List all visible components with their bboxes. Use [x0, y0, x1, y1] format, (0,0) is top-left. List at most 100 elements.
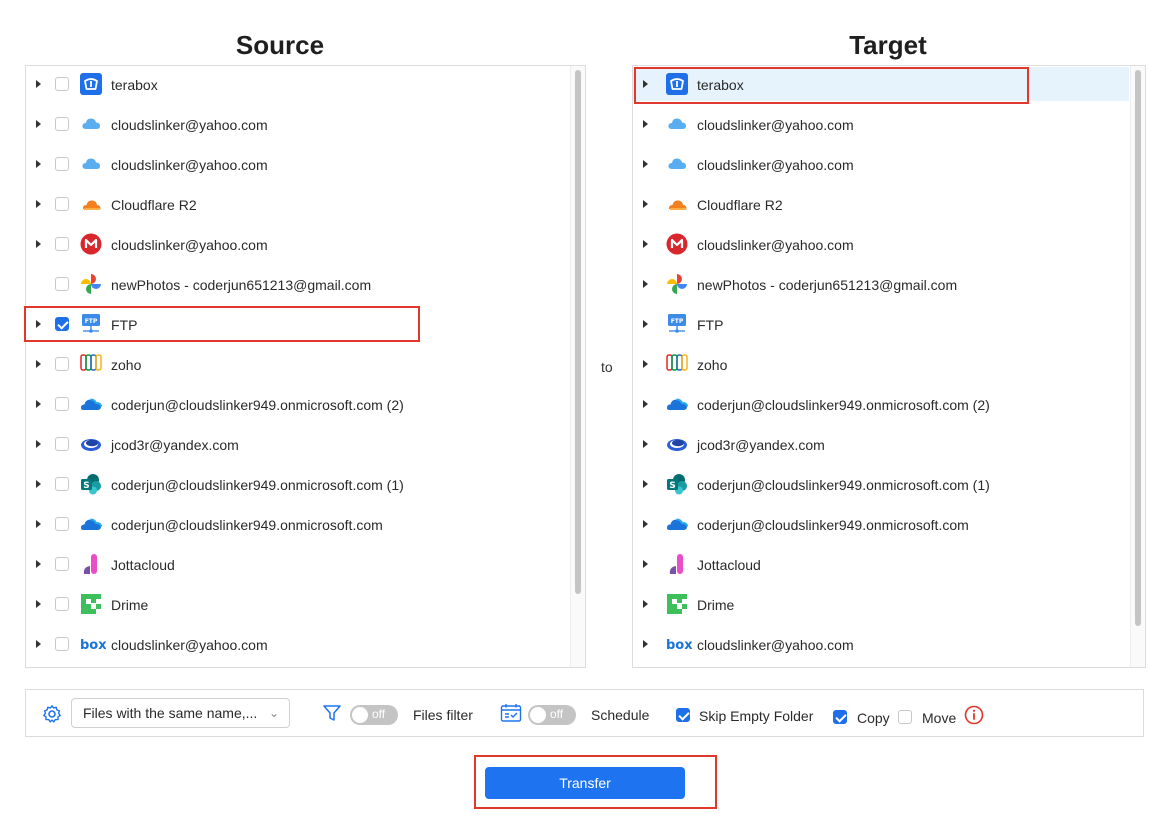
source-item-checkbox[interactable] [55, 277, 69, 291]
source-item-checkbox[interactable] [55, 437, 69, 451]
target-item-label: cloudslinker@yahoo.com [697, 157, 854, 173]
target-tree-item[interactable]: box cloudslinker@yahoo.com [633, 627, 1131, 661]
source-item-checkbox[interactable] [55, 197, 69, 211]
expand-caret-icon[interactable] [643, 360, 648, 368]
expand-caret-icon[interactable] [643, 520, 648, 528]
expand-caret-icon[interactable] [643, 200, 648, 208]
source-tree-item[interactable]: coderjun@cloudslinker949.onmicrosoft.com… [26, 387, 571, 421]
expand-caret-icon[interactable] [36, 640, 41, 648]
expand-caret-icon[interactable] [36, 560, 41, 568]
source-scrollbar-thumb[interactable] [575, 70, 581, 594]
box-icon: box [80, 633, 107, 655]
svg-text:box: box [80, 638, 106, 653]
source-tree-item[interactable]: cloudslinker@yahoo.com [26, 147, 571, 181]
expand-caret-icon[interactable] [36, 80, 41, 88]
source-item-checkbox[interactable] [55, 397, 69, 411]
source-tree-item[interactable]: Scoderjun@cloudslinker949.onmicrosoft.co… [26, 467, 571, 501]
mega-icon [80, 233, 102, 255]
expand-caret-icon[interactable] [36, 600, 41, 608]
expand-caret-icon[interactable] [643, 120, 648, 128]
transfer-button[interactable]: Transfer [485, 767, 685, 799]
target-tree-item[interactable]: Cloudflare R2 [633, 187, 1131, 221]
expand-caret-icon[interactable] [643, 640, 648, 648]
icloud-icon [666, 153, 688, 175]
expand-caret-icon[interactable] [643, 400, 648, 408]
target-tree-item[interactable]: cloudslinker@yahoo.com [633, 147, 1131, 181]
target-tree-item[interactable]: jcod3r@yandex.com [633, 427, 1131, 461]
source-tree-item[interactable]: zoho [26, 347, 571, 381]
expand-caret-icon[interactable] [643, 600, 648, 608]
target-tree-item[interactable]: coderjun@cloudslinker949.onmicrosoft.com [633, 507, 1131, 541]
expand-caret-icon[interactable] [36, 440, 41, 448]
info-icon[interactable] [964, 705, 984, 728]
source-tree-item[interactable]: jcod3r@yandex.com [26, 427, 571, 461]
target-tree-item[interactable]: FTP FTP [633, 307, 1131, 341]
source-tree-item[interactable]: box cloudslinker@yahoo.com [26, 627, 571, 661]
target-tree-item[interactable]: Jottacloud [633, 547, 1131, 581]
schedule-icon[interactable] [500, 703, 522, 726]
target-scrollbar-thumb[interactable] [1135, 70, 1141, 626]
target-tree-item[interactable]: zoho [633, 347, 1131, 381]
expand-caret-icon[interactable] [36, 360, 41, 368]
expand-caret-icon[interactable] [643, 440, 648, 448]
toggle-knob [352, 707, 368, 723]
files-filter-toggle[interactable]: off [350, 705, 398, 725]
source-item-checkbox[interactable] [55, 77, 69, 91]
expand-caret-icon[interactable] [643, 160, 648, 168]
filter-icon[interactable] [322, 703, 342, 726]
google-photos-icon [666, 273, 688, 295]
source-tree-item[interactable]: Cloudflare R2 [26, 187, 571, 221]
source-item-checkbox[interactable] [55, 597, 69, 611]
chevron-down-icon: ⌄ [268, 706, 279, 720]
schedule-toggle[interactable]: off [528, 705, 576, 725]
source-item-checkbox[interactable] [55, 157, 69, 171]
target-tree-item[interactable]: Drime [633, 587, 1131, 621]
onedrive-icon [666, 513, 688, 535]
source-tree-item[interactable]: cloudslinker@yahoo.com [26, 107, 571, 141]
source-item-checkbox[interactable] [55, 117, 69, 131]
expand-caret-icon[interactable] [643, 560, 648, 568]
target-tree-item[interactable]: newPhotos - coderjun651213@gmail.com [633, 267, 1131, 301]
source-tree-item[interactable]: Jottacloud [26, 547, 571, 581]
source-scrollbar[interactable] [570, 66, 585, 667]
yandex-disk-icon [666, 433, 688, 455]
copy-checkbox[interactable] [833, 710, 847, 724]
source-tree-item[interactable]: coderjun@cloudslinker949.onmicrosoft.com [26, 507, 571, 541]
target-tree-item[interactable]: coderjun@cloudslinker949.onmicrosoft.com… [633, 387, 1131, 421]
expand-caret-icon[interactable] [643, 280, 648, 288]
zoho-icon [80, 353, 102, 375]
source-item-checkbox[interactable] [55, 357, 69, 371]
source-tree-item[interactable]: Drime [26, 587, 571, 621]
target-tree-item[interactable]: cloudslinker@yahoo.com [633, 227, 1131, 261]
source-item-checkbox[interactable] [55, 477, 69, 491]
conflict-select[interactable]: Files with the same name,... ⌄ [71, 698, 290, 728]
target-tree-item[interactable]: Scoderjun@cloudslinker949.onmicrosoft.co… [633, 467, 1131, 501]
skip-empty-folder-checkbox[interactable] [676, 708, 690, 722]
settings-icon[interactable] [42, 704, 62, 727]
target-tree-item[interactable]: cloudslinker@yahoo.com [633, 107, 1131, 141]
source-tree-item[interactable]: newPhotos - coderjun651213@gmail.com [26, 267, 571, 301]
expand-caret-icon[interactable] [36, 160, 41, 168]
expand-caret-icon[interactable] [643, 320, 648, 328]
source-item-label: newPhotos - coderjun651213@gmail.com [111, 277, 372, 293]
target-scrollbar[interactable] [1130, 66, 1145, 667]
onedrive-icon [80, 393, 102, 415]
expand-caret-icon[interactable] [36, 400, 41, 408]
source-item-checkbox[interactable] [55, 637, 69, 651]
expand-caret-icon[interactable] [643, 480, 648, 488]
expand-caret-icon[interactable] [643, 240, 648, 248]
mega-icon [666, 233, 688, 255]
source-item-checkbox[interactable] [55, 237, 69, 251]
move-checkbox[interactable] [898, 710, 912, 724]
source-item-label: cloudslinker@yahoo.com [111, 237, 268, 253]
expand-caret-icon[interactable] [36, 520, 41, 528]
expand-caret-icon[interactable] [36, 240, 41, 248]
expand-caret-icon[interactable] [36, 120, 41, 128]
expand-caret-icon[interactable] [36, 200, 41, 208]
expand-caret-icon[interactable] [36, 480, 41, 488]
source-tree-item[interactable]: terabox [26, 67, 571, 101]
source-tree-item[interactable]: cloudslinker@yahoo.com [26, 227, 571, 261]
source-item-checkbox[interactable] [55, 557, 69, 571]
source-item-checkbox[interactable] [55, 517, 69, 531]
jottacloud-icon [666, 553, 688, 575]
